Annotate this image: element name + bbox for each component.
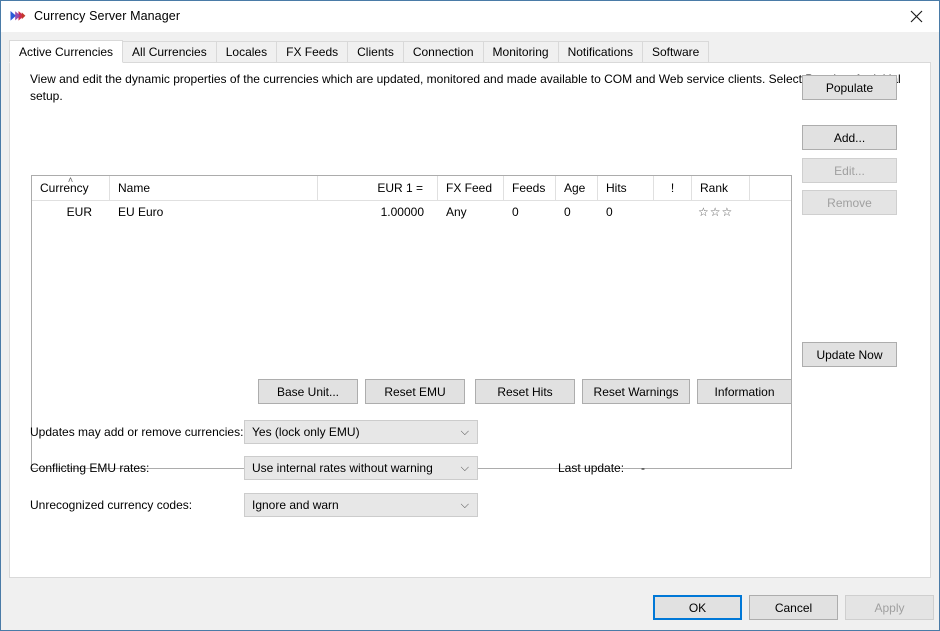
cell-hits: 0 [606,205,613,219]
column-header-feeds[interactable]: Feeds [504,176,556,200]
cell-rate: 1.00000 [380,205,424,219]
column-header-label: Age [564,181,586,195]
column-header-fxfeed[interactable]: FX Feed [438,176,504,200]
conflicting-emu-select[interactable]: Use internal rates without warning ⌵ [244,456,478,480]
close-icon [910,10,922,22]
column-header-hits[interactable]: Hits [598,176,654,200]
column-header-name[interactable]: Name [110,176,318,200]
table-header-row: ˄ Currency Name EUR 1 = FX Feed Feeds Age Hits!… [32,176,791,201]
last-update-label: Last update: [558,461,625,475]
remove-button[interactable]: Remove [802,190,897,215]
reset-warnings-button[interactable]: Reset Warnings [582,379,690,404]
window-title: Currency Server Manager [34,9,181,23]
conflicting-emu-label: Conflicting EMU rates: [30,461,150,475]
unrecognized-codes-value: Ignore and warn [252,498,339,512]
currency-x-icon [10,11,26,21]
column-header-label: Rank [700,181,729,195]
edit-button[interactable]: Edit... [802,158,897,183]
column-header-label: EUR 1 = [377,181,423,195]
cell-age: 0 [564,205,571,219]
base-unit-button[interactable]: Base Unit... [258,379,358,404]
dialog-footer: OK Cancel Apply [2,585,938,629]
column-header-label: ! [670,181,675,195]
tab-all-currencies[interactable]: All Currencies [122,41,217,62]
information-button[interactable]: Information [697,379,792,404]
updates-add-remove-value: Yes (lock only EMU) [252,425,360,439]
column-header-pad[interactable] [750,176,791,200]
tab-clients[interactable]: Clients [347,41,404,62]
sort-ascending-icon: ˄ [67,176,74,185]
currency-server-manager-window: Currency Server Manager Active Currencie… [0,0,940,631]
tab-locales[interactable]: Locales [215,41,278,62]
cell-feeds: 0 [512,205,519,219]
chevron-down-icon: ⌵ [460,462,469,474]
updates-add-remove-select[interactable]: Yes (lock only EMU) ⌵ [244,420,478,444]
column-header-rate[interactable]: EUR 1 = [318,176,438,200]
apply-button[interactable]: Apply [845,595,934,620]
column-header-age[interactable]: Age [556,176,598,200]
title-bar: Currency Server Manager [1,1,939,32]
column-header-label: Name [118,181,151,195]
cell-rank: ☆☆☆ [698,205,734,219]
cell-pad [750,201,791,223]
page-description: View and edit the dynamic properties of … [30,72,901,103]
cell-warn [654,201,692,223]
column-header-label: Feeds [512,181,546,195]
populate-button[interactable]: Populate [802,75,897,100]
unrecognized-codes-label: Unrecognized currency codes: [30,498,193,512]
table-row[interactable]: EUR EU Euro 1.00000 Any 0 0 0 ☆☆☆ [32,201,791,223]
reset-hits-button[interactable]: Reset Hits [475,379,575,404]
table-body: EUR EU Euro 1.00000 Any 0 0 0 ☆☆☆ [32,201,791,223]
tab-active-currencies[interactable]: Active Currencies [9,40,124,63]
close-button[interactable] [893,1,939,31]
column-header-label: FX Feed [446,181,493,195]
cell-fxfeed: Any [446,205,467,219]
tab-notifications[interactable]: Notifications [557,41,643,62]
chevron-down-icon: ⌵ [460,499,469,511]
column-header-currency[interactable]: ˄ Currency [32,176,110,200]
tab-fx-feeds[interactable]: FX Feeds [276,41,349,62]
column-header-label: Currency [40,181,89,195]
tab-page-active-currencies: View and edit the dynamic properties of … [9,62,931,578]
conflicting-emu-value: Use internal rates without warning [252,461,433,475]
updates-add-remove-label: Updates may add or remove currencies: [30,425,244,439]
reset-emu-button[interactable]: Reset EMU [365,379,465,404]
tab-software[interactable]: Software [641,41,710,62]
last-update-value: - [641,461,645,475]
ok-button[interactable]: OK [653,595,742,620]
tab-strip: Active Currencies All Currencies Locales FX… [9,40,931,63]
chevron-down-icon: ⌵ [460,426,469,438]
unrecognized-codes-select[interactable]: Ignore and warn ⌵ [244,493,478,517]
cancel-button[interactable]: Cancel [749,595,838,620]
tab-monitoring[interactable]: Monitoring [482,41,559,62]
cell-currency: EUR [66,205,92,219]
update-now-button[interactable]: Update Now [802,342,897,367]
tab-connection[interactable]: Connection [402,41,484,62]
cell-name: EU Euro [118,205,164,219]
column-header-rank[interactable]: Rank [692,176,750,200]
add-button[interactable]: Add... [802,125,897,150]
column-header-label: Hits [606,181,627,195]
column-header-warn[interactable]: ! [654,176,692,200]
